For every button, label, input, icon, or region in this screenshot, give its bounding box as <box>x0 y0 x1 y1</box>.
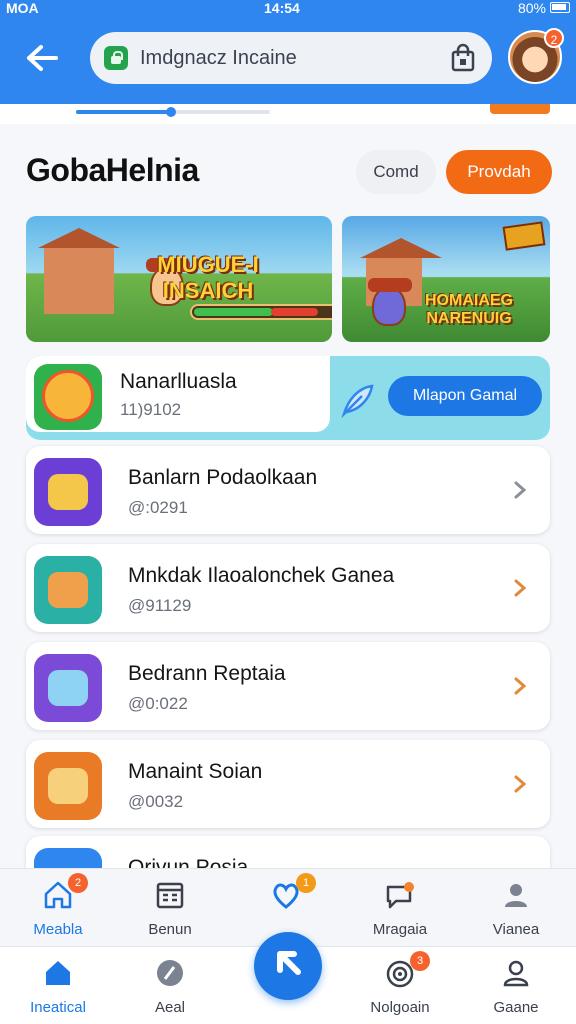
notification-badge: 2 <box>544 28 564 48</box>
game-banner-1[interactable]: MIUGUE-I INSAICH <box>26 216 332 342</box>
tab-badge: 1 <box>296 873 316 893</box>
battery-icon <box>550 2 570 13</box>
game-name: Bedrann Reptaia <box>128 662 286 685</box>
app-header: MOA 14:54 80% Imdgnacz Incaine 2 <box>0 0 576 104</box>
tab-label: Benun <box>148 921 192 938</box>
game-icon <box>34 556 102 624</box>
game-icon <box>34 752 102 820</box>
section-title: GobaHelnia <box>26 152 199 188</box>
tab-label: Mragaia <box>372 921 428 938</box>
lock-icon <box>104 46 128 70</box>
game-name: Manaint Soian <box>128 760 263 783</box>
progress-knob[interactable] <box>166 107 176 117</box>
battery-percent: 80% <box>517 0 546 16</box>
banner-health-bar <box>190 304 332 320</box>
featured-subtitle: 11)9102 <box>120 400 182 419</box>
game-banner-2[interactable]: HOMAIAEG NARENUIG <box>342 216 550 342</box>
banner-title: HOMAIAEG NARENUIG <box>425 292 513 327</box>
search-input[interactable]: Imdgnacz Incaine <box>140 47 448 70</box>
globe-icon <box>157 960 183 986</box>
chevron-right-icon[interactable] <box>510 578 530 598</box>
carrier-label: MOA <box>6 0 39 16</box>
tab-profile[interactable]: Vianea <box>468 869 564 947</box>
game-handle: @91129 <box>128 596 192 615</box>
tab-label: Meabla <box>33 921 83 938</box>
featured-card[interactable]: Nanarlluasla 11)9102 Mlapon Gamal <box>26 356 550 440</box>
shopping-bag-icon[interactable] <box>448 43 478 73</box>
sign-art <box>502 221 546 251</box>
game-handle: @:0291 <box>128 498 188 517</box>
back-button[interactable] <box>20 38 64 78</box>
tab-messages[interactable]: Mragaia <box>352 869 448 947</box>
chevron-right-icon[interactable] <box>510 480 530 500</box>
tab-account[interactable]: Gaane <box>468 947 564 1024</box>
profile-avatar[interactable]: 2 <box>508 28 564 84</box>
featured-info: Nanarlluasla 11)9102 <box>26 356 330 432</box>
tab-label: Ineatical <box>30 999 86 1016</box>
banner-title: MIUGUE-I INSAICH <box>157 252 259 303</box>
orange-tab <box>490 104 550 114</box>
play-game-button[interactable]: Mlapon Gamal <box>388 376 542 416</box>
list-item[interactable]: Bedrann Reptaia @0:022 <box>26 642 550 730</box>
feather-icon <box>341 384 374 419</box>
game-handle: @0:022 <box>128 694 188 713</box>
app-icon <box>34 364 102 430</box>
featured-title: Nanarlluasla <box>120 370 237 393</box>
game-icon <box>34 458 102 526</box>
tab-targets[interactable]: 3 Nolgoain <box>352 947 448 1024</box>
tab-badge: 3 <box>410 951 430 971</box>
game-name: Mnkdak Ilaoalonchek Ganea <box>128 564 395 587</box>
game-icon <box>34 654 102 722</box>
person-icon <box>505 884 527 907</box>
progress-fill <box>76 110 172 114</box>
navigate-fab-button[interactable] <box>254 932 322 1000</box>
tab-badge: 2 <box>68 873 88 893</box>
app-screen: MOA 14:54 80% Imdgnacz Incaine 2 GobaHel… <box>0 0 576 1024</box>
person-icon <box>503 960 529 987</box>
arrow-left-icon <box>27 45 58 71</box>
status-bar: MOA 14:54 80% <box>0 0 576 20</box>
tab-explore[interactable]: Aeal <box>122 947 218 1024</box>
tab-calendar[interactable]: Benun <box>122 869 218 947</box>
calendar-icon <box>156 882 184 909</box>
progress-strip <box>0 104 576 124</box>
chevron-right-icon[interactable] <box>510 676 530 696</box>
chevron-right-icon[interactable] <box>510 774 530 794</box>
game-name: Banlarn Podaolkaan <box>128 466 318 489</box>
tab-label: Aeal <box>154 999 186 1016</box>
game-handle: @0032 <box>128 792 184 811</box>
tab-home[interactable]: 2 Meabla <box>10 869 106 947</box>
tab-home[interactable]: Ineatical <box>10 947 106 1024</box>
cursor-arrow-icon <box>277 951 301 975</box>
list-item[interactable]: Banlarn Podaolkaan @:0291 <box>26 446 550 534</box>
chat-bubble-icon <box>386 882 414 909</box>
list-item[interactable]: Manaint Soian @0032 <box>26 740 550 828</box>
list-item[interactable]: Mnkdak Ilaoalonchek Ganea @91129 <box>26 544 550 632</box>
home-icon <box>46 961 70 985</box>
search-bar[interactable]: Imdgnacz Incaine <box>90 32 492 84</box>
clock: 14:54 <box>264 0 300 16</box>
tab-label: Vianea <box>492 921 540 938</box>
tab-label: Gaane <box>493 999 539 1016</box>
secondary-button[interactable]: Comd <box>356 150 436 194</box>
tab-label: Nolgoain <box>370 999 430 1016</box>
primary-orange-button[interactable]: Provdah <box>446 150 552 194</box>
building-art <box>38 228 120 314</box>
